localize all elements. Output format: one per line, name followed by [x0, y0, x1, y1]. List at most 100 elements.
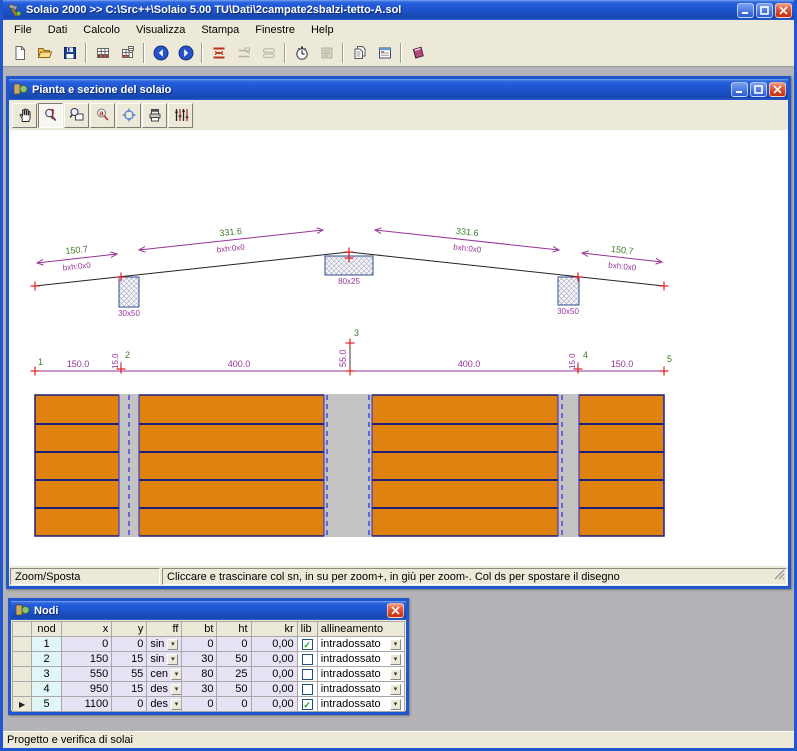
cell-x[interactable]: 950 [62, 682, 112, 697]
resize-grip[interactable] [774, 569, 785, 583]
cell-x[interactable]: 550 [62, 667, 112, 682]
report-window-button[interactable] [372, 41, 397, 65]
cell-ff[interactable]: des▾ [147, 682, 182, 697]
menu-file[interactable]: File [6, 22, 40, 38]
forward-button[interactable] [173, 41, 198, 65]
column-header-ht[interactable]: ht [217, 622, 251, 637]
cell-x[interactable]: 150 [62, 652, 112, 667]
cell-ht[interactable]: 0 [217, 697, 251, 712]
copy-report-button[interactable] [347, 41, 372, 65]
allineamento-dropdown-arrow[interactable]: ▾ [390, 654, 401, 665]
lib-checkbox[interactable] [302, 684, 313, 695]
minimize-button[interactable] [737, 3, 754, 18]
cell-y[interactable]: 0 [112, 637, 147, 652]
cell-ff[interactable]: cen▾ [147, 667, 182, 682]
center-view-button[interactable] [116, 103, 141, 128]
cell-lib[interactable] [297, 667, 317, 682]
cell-ff[interactable]: sin▾ [147, 652, 182, 667]
new-document-button[interactable] [7, 41, 32, 65]
cell-bt[interactable]: 30 [182, 652, 217, 667]
allineamento-dropdown-arrow[interactable]: ▾ [390, 639, 401, 650]
back-button[interactable] [148, 41, 173, 65]
maximize-button[interactable] [756, 3, 773, 18]
menu-calcolo[interactable]: Calcolo [75, 22, 128, 38]
help-book-button[interactable] [405, 41, 430, 65]
cell-ht[interactable]: 50 [217, 652, 251, 667]
cell-y[interactable]: 55 [112, 667, 147, 682]
ff-dropdown-arrow[interactable]: ▾ [167, 654, 178, 665]
cell-bt[interactable]: 0 [182, 697, 217, 712]
allineamento-dropdown-arrow[interactable]: ▾ [390, 699, 401, 710]
lib-checkbox[interactable]: ✓ [302, 639, 313, 650]
zoom-window-button[interactable] [64, 103, 89, 128]
cell-allineamento[interactable]: intradossato▾ [317, 637, 404, 652]
display-options-button[interactable] [168, 103, 193, 128]
row-selector[interactable]: ▶ [13, 697, 32, 712]
close-button[interactable] [775, 3, 792, 18]
lib-checkbox[interactable] [302, 669, 313, 680]
cell-nod[interactable]: 3 [32, 667, 62, 682]
column-header-kr[interactable]: kr [251, 622, 297, 637]
menu-finestre[interactable]: Finestre [247, 22, 303, 38]
cell-nod[interactable]: 5 [32, 697, 62, 712]
cell-y[interactable]: 0 [112, 697, 147, 712]
cell-bt[interactable]: 30 [182, 682, 217, 697]
open-file-button[interactable] [32, 41, 57, 65]
cell-ff[interactable]: sin▾ [147, 637, 182, 652]
cell-allineamento[interactable]: intradossato▾ [317, 652, 404, 667]
cell-bt[interactable]: 0 [182, 637, 217, 652]
table-spans-button[interactable] [115, 41, 140, 65]
column-header-allineamento[interactable]: allineamento [317, 622, 404, 637]
cell-nod[interactable]: 4 [32, 682, 62, 697]
cell-ff[interactable]: des▾ [147, 697, 182, 712]
lib-checkbox[interactable]: ✓ [302, 699, 313, 710]
pan-hand-button[interactable] [12, 103, 37, 128]
cell-lib[interactable]: ✓ [297, 697, 317, 712]
cell-kr[interactable]: 0,00 [251, 652, 297, 667]
nodes-close-button[interactable] [387, 603, 404, 618]
calc-run-button[interactable] [289, 41, 314, 65]
cell-y[interactable]: 15 [112, 682, 147, 697]
menu-help[interactable]: Help [303, 22, 342, 38]
drawing-canvas[interactable]: 30x50 80x25 30x50 150.7 bxh:0x0 [9, 130, 788, 566]
cell-nod[interactable]: 1 [32, 637, 62, 652]
cell-y[interactable]: 15 [112, 652, 147, 667]
zoom-extents-button[interactable]: a [90, 103, 115, 128]
menu-dati[interactable]: Dati [40, 22, 76, 38]
cell-ht[interactable]: 0 [217, 637, 251, 652]
cell-kr[interactable]: 0,00 [251, 637, 297, 652]
row-selector[interactable] [13, 667, 32, 682]
cell-kr[interactable]: 0,00 [251, 682, 297, 697]
child-minimize-button[interactable] [731, 82, 748, 97]
table-nodes-button[interactable] [90, 41, 115, 65]
print-button[interactable] [142, 103, 167, 128]
ff-dropdown-arrow[interactable]: ▾ [171, 684, 182, 695]
ff-dropdown-arrow[interactable]: ▾ [167, 639, 178, 650]
cell-bt[interactable]: 80 [182, 667, 217, 682]
column-header-bt[interactable]: bt [182, 622, 217, 637]
cell-allineamento[interactable]: intradossato▾ [317, 697, 404, 712]
column-header-nod[interactable]: nod [32, 622, 62, 637]
child-close-button[interactable] [769, 82, 786, 97]
child-maximize-button[interactable] [750, 82, 767, 97]
cell-x[interactable]: 1100 [62, 697, 112, 712]
column-header-x[interactable]: x [62, 622, 112, 637]
cell-ht[interactable]: 25 [217, 667, 251, 682]
cell-kr[interactable]: 0,00 [251, 667, 297, 682]
column-header-lib[interactable]: lib [297, 622, 317, 637]
zoom-drag-button[interactable] [38, 103, 63, 128]
allineamento-dropdown-arrow[interactable]: ▾ [390, 669, 401, 680]
column-header-y[interactable]: y [112, 622, 147, 637]
cell-allineamento[interactable]: intradossato▾ [317, 682, 404, 697]
cell-ht[interactable]: 50 [217, 682, 251, 697]
cell-lib[interactable] [297, 652, 317, 667]
column-header-ff[interactable]: ff [147, 622, 182, 637]
row-selector[interactable] [13, 637, 32, 652]
menu-visualizza[interactable]: Visualizza [128, 22, 193, 38]
section-view-button[interactable] [206, 41, 231, 65]
allineamento-dropdown-arrow[interactable]: ▾ [390, 684, 401, 695]
cell-lib[interactable]: ✓ [297, 637, 317, 652]
row-selector[interactable] [13, 652, 32, 667]
lib-checkbox[interactable] [302, 654, 313, 665]
cell-allineamento[interactable]: intradossato▾ [317, 667, 404, 682]
